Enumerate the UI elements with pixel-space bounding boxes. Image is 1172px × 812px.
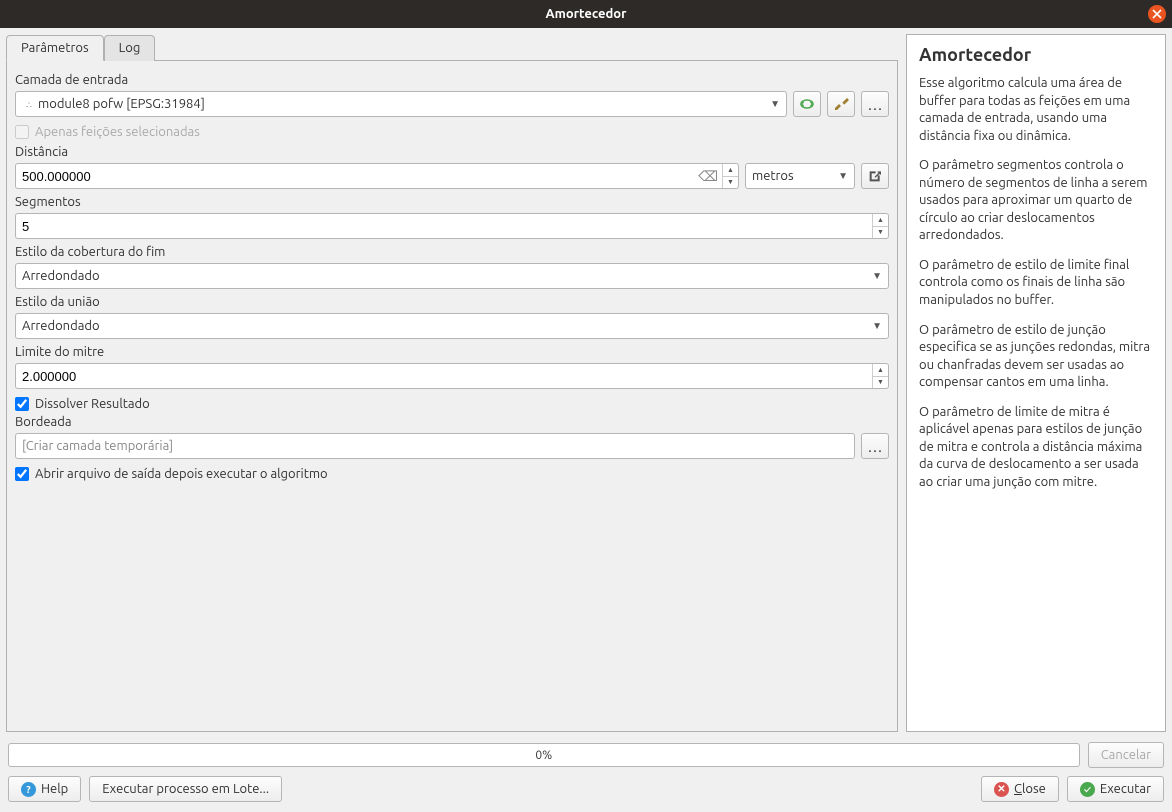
close-label: Close [1014,782,1046,796]
help-title: Amortecedor [919,45,1153,65]
help-paragraph: O parâmetro segmentos controla o número … [919,157,1153,245]
label-miter-limit: Limite do mitre [15,345,889,359]
output-placeholder: [Criar camada temporária] [22,439,173,453]
select-layer-button[interactable]: … [861,91,889,117]
cancel-button: Cancelar [1088,742,1164,768]
help-icon: ? [21,782,36,797]
window-close-button[interactable] [1148,5,1166,23]
chevron-down-icon: ▼ [872,320,882,332]
tab-parameters[interactable]: Parâmetros [6,35,104,61]
segments-spinners[interactable]: ▲▼ [872,214,888,238]
help-panel: Amortecedor Esse algoritmo calcula uma á… [906,34,1166,732]
help-paragraph: O parâmetro de estilo de junção especifi… [919,322,1153,392]
data-defined-override-button[interactable] [861,163,889,189]
tab-bar: Parâmetros Log [6,34,898,60]
help-paragraph: Esse algoritmo calcula uma área de buffe… [919,75,1153,145]
selected-features-row: Apenas feições selecionadas [15,125,889,139]
progress-text: 0% [535,749,552,762]
join-style-combo[interactable]: Arredondado ▼ [15,313,889,339]
label-input-layer: Camada de entrada [15,73,889,87]
label-join-style: Estilo da união [15,295,889,309]
miter-limit-value[interactable] [22,369,870,384]
label-distance: Distância [15,145,889,159]
close-icon: ✕ [994,782,1009,797]
miter-limit-spinners[interactable]: ▲▼ [872,364,888,388]
dissolve-row[interactable]: Dissolver Resultado [15,397,889,411]
parameters-panel: Camada de entrada ∴module8 pofw [EPSG:31… [6,60,898,732]
cancel-label: Cancelar [1101,748,1151,762]
point-layer-icon: ∴ [22,100,36,111]
input-layer-combo[interactable]: ∴module8 pofw [EPSG:31984] ▼ [15,91,787,117]
tab-parameters-label: Parâmetros [21,41,89,55]
end-cap-value: Arredondado [22,269,100,283]
chevron-down-icon: ▼ [770,98,780,110]
output-browse-button[interactable]: … [861,433,889,459]
chevron-down-icon: ▼ [838,170,848,182]
iterate-features-button[interactable] [793,91,821,117]
close-button[interactable]: ✕ Close [981,776,1059,802]
titlebar: Amortecedor [0,0,1172,28]
chevron-down-icon: ▼ [872,270,882,282]
label-segments: Segmentos [15,195,889,209]
output-path-input[interactable]: [Criar camada temporária] [15,433,855,459]
distance-input[interactable]: ⌫ ▲▼ [15,163,739,189]
help-paragraph: O parâmetro de estilo de limite final co… [919,257,1153,310]
window-title: Amortecedor [546,7,627,21]
end-cap-combo[interactable]: Arredondado ▼ [15,263,889,289]
label-bordered: Bordeada [15,415,889,429]
segments-input[interactable]: ▲▼ [15,213,889,239]
segments-value[interactable] [22,219,870,234]
help-button[interactable]: ? Help [8,776,81,802]
help-paragraph: O parâmetro de limite de mitra é aplicáv… [919,404,1153,492]
selected-features-checkbox [15,125,29,139]
dissolve-checkbox[interactable] [15,397,29,411]
dissolve-label: Dissolver Resultado [35,397,150,411]
help-label: Help [41,782,68,796]
tab-log[interactable]: Log [104,35,156,61]
check-icon: ✓ [1080,782,1095,797]
open-after-label: Abrir arquivo de saída depois executar o… [35,467,328,481]
open-after-checkbox[interactable] [15,467,29,481]
progress-bar: 0% [8,743,1080,767]
clear-distance-icon[interactable]: ⌫ [698,168,718,185]
distance-spinners[interactable]: ▲▼ [722,164,738,188]
open-after-row[interactable]: Abrir arquivo de saída depois executar o… [15,467,889,481]
advanced-options-button[interactable] [827,91,855,117]
distance-value[interactable] [22,169,704,184]
input-layer-value: module8 pofw [EPSG:31984] [38,97,205,111]
distance-unit-combo[interactable]: metros ▼ [745,163,855,189]
run-label: Executar [1100,782,1151,796]
batch-button[interactable]: Executar processo em Lote... [89,776,282,802]
join-style-value: Arredondado [22,319,100,333]
tab-log-label: Log [119,41,141,55]
miter-limit-input[interactable]: ▲▼ [15,363,889,389]
distance-unit-value: metros [752,169,794,183]
selected-features-label: Apenas feições selecionadas [35,125,200,139]
run-button[interactable]: ✓ Executar [1067,776,1164,802]
label-end-cap: Estilo da cobertura do fim [15,245,889,259]
batch-label: Executar processo em Lote... [102,782,269,796]
